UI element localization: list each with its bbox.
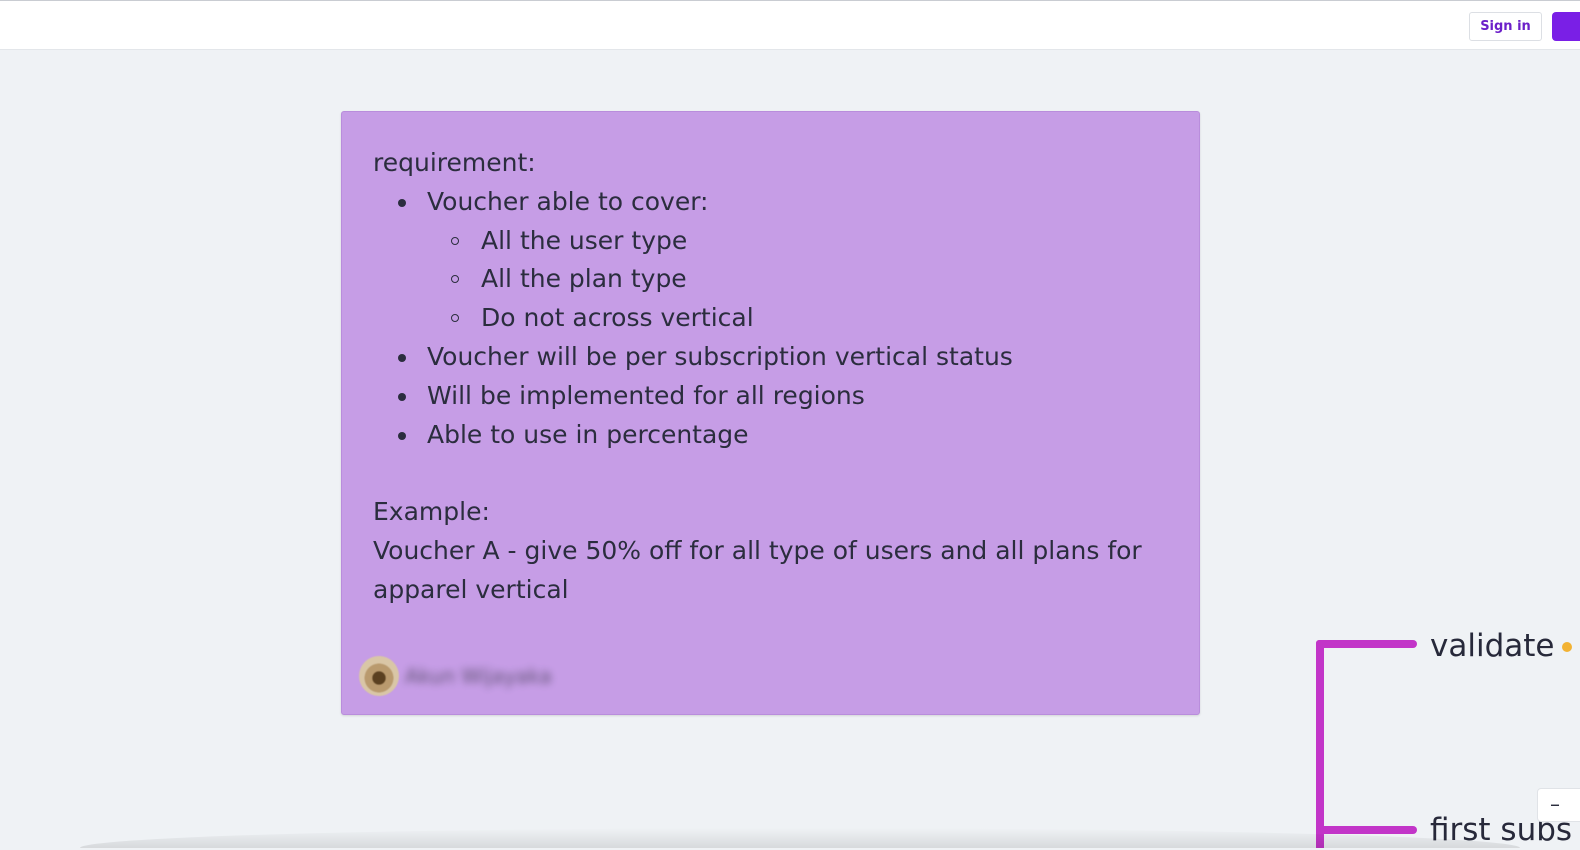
mindmap-connector <box>1316 826 1417 834</box>
example-line: Voucher A - give 50% off for all type of… <box>373 535 1142 565</box>
bullet-item: Voucher will be per subscription vertica… <box>373 338 1173 377</box>
example-line: apparel vertical <box>373 574 569 604</box>
bullet-item: Will be implemented for all regions <box>373 377 1173 416</box>
sub-bullet-item: All the user type <box>373 222 1173 261</box>
bullet-list: Voucher able to cover: All the user type… <box>373 183 1173 455</box>
author-name: Akun Wijayaka <box>405 664 552 688</box>
sign-in-button[interactable]: Sign in <box>1469 12 1542 41</box>
zoom-out-button[interactable]: – <box>1537 788 1580 822</box>
sticky-note-text: requirement: Voucher able to cover: All … <box>373 144 1173 610</box>
note-heading: requirement: <box>373 148 536 177</box>
top-bar: Sign in <box>0 0 1580 50</box>
sticky-note[interactable]: requirement: Voucher able to cover: All … <box>341 111 1200 715</box>
bullet-item: Voucher able to cover: <box>373 183 1173 222</box>
sub-bullet-item: All the plan type <box>373 260 1173 299</box>
node-indicator-dot <box>1562 642 1572 652</box>
sub-bullet-item: Do not across vertical <box>373 299 1173 338</box>
bullet-item: Able to use in percentage <box>373 416 1173 455</box>
avatar <box>359 656 399 696</box>
example-label: Example: <box>373 497 490 527</box>
mindmap-node-validate[interactable]: validate <box>1430 626 1554 666</box>
sign-up-button[interactable] <box>1552 12 1580 41</box>
mindmap-connector <box>1316 640 1417 648</box>
mindmap-connector <box>1316 640 1324 848</box>
